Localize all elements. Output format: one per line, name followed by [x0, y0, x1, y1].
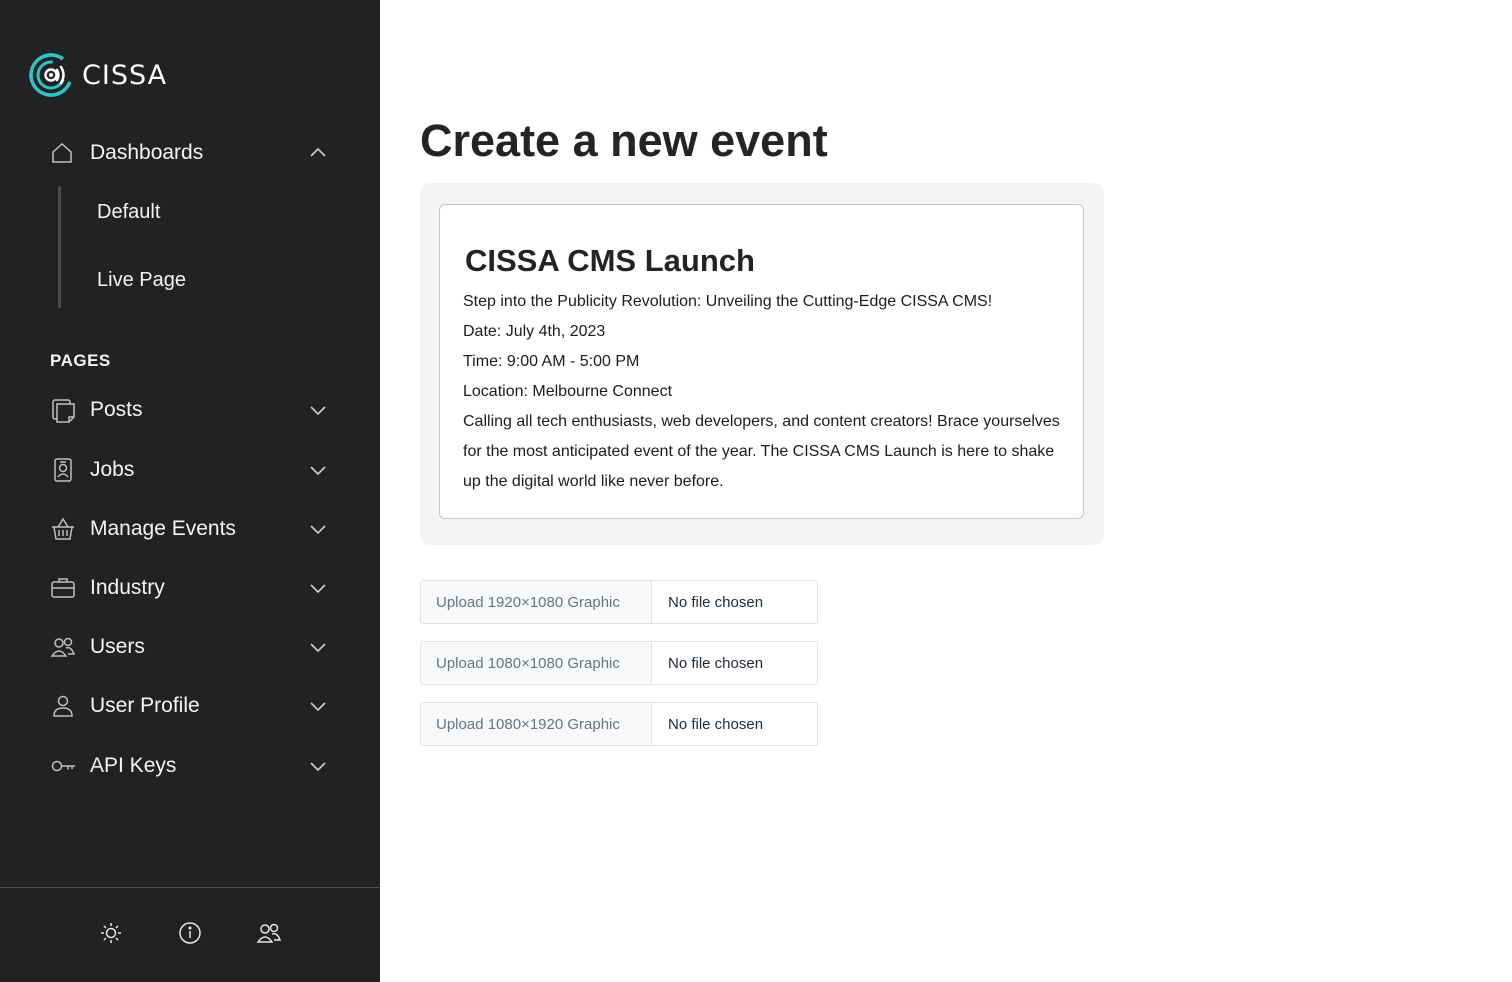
file-input[interactable]: No file chosen	[652, 581, 817, 623]
sidebar-item-label: Manage Events	[90, 517, 236, 540]
badge-icon	[50, 456, 78, 484]
chevron-down-icon[interactable]	[306, 517, 330, 541]
event-description: Calling all tech enthusiasts, web develo…	[463, 413, 1060, 490]
logo-text: CISSA	[82, 59, 168, 91]
sidebar: CISSA Dashboards Default Live Page PAGES…	[0, 0, 380, 982]
event-date: Date: July 4th, 2023	[463, 323, 606, 340]
sidebar-subitem-live-page[interactable]: Live Page	[97, 269, 186, 292]
event-tagline: Step into the Publicity Revolution: Unve…	[463, 293, 993, 310]
basket-icon	[50, 515, 78, 543]
cissa-logo[interactable]: CISSA	[28, 52, 167, 98]
event-location: Location: Melbourne Connect	[463, 383, 673, 400]
key-icon	[50, 752, 78, 780]
sidebar-item-label: Jobs	[90, 458, 135, 481]
sun-icon[interactable]	[98, 920, 124, 946]
chevron-down-icon[interactable]	[306, 694, 330, 718]
sidebar-item-users[interactable]: Users	[50, 627, 330, 667]
home-icon	[50, 139, 78, 167]
sidebar-item-posts[interactable]: Posts	[50, 390, 330, 430]
cissa-logo-icon	[29, 53, 73, 97]
sidebar-divider	[0, 887, 380, 888]
file-input[interactable]: No file chosen	[652, 642, 817, 684]
upload-label: Upload 1920×1080 Graphic	[421, 581, 652, 623]
event-preview-card: CISSA CMS Launch Step into the Publicity…	[439, 204, 1084, 519]
chevron-down-icon[interactable]	[306, 398, 330, 422]
section-label-pages: PAGES	[50, 351, 111, 370]
upload-1080x1080[interactable]: Upload 1080×1080 Graphic No file chosen	[420, 641, 818, 685]
upload-label: Upload 1080×1080 Graphic	[421, 642, 652, 684]
sidebar-item-label: User Profile	[90, 694, 200, 717]
sidebar-item-label: Industry	[90, 576, 165, 599]
posts-icon	[50, 396, 78, 424]
event-preview-container: CISSA CMS Launch Step into the Publicity…	[420, 183, 1104, 545]
sidebar-item-api-keys[interactable]: API Keys	[50, 746, 330, 786]
chevron-down-icon[interactable]	[306, 576, 330, 600]
chevron-down-icon[interactable]	[306, 635, 330, 659]
sidebar-item-dashboards[interactable]: Dashboards	[50, 133, 330, 173]
users-icon[interactable]	[256, 920, 282, 946]
user-icon	[50, 692, 78, 720]
page-title: Create a new event	[420, 115, 828, 166]
submenu-line	[58, 186, 61, 308]
sidebar-item-label: Users	[90, 635, 145, 658]
briefcase-icon	[50, 574, 78, 602]
upload-1920x1080[interactable]: Upload 1920×1080 Graphic No file chosen	[420, 580, 818, 624]
sidebar-item-industry[interactable]: Industry	[50, 568, 330, 608]
file-input[interactable]: No file chosen	[652, 703, 817, 745]
sidebar-subitem-default[interactable]: Default	[97, 201, 160, 224]
sidebar-item-jobs[interactable]: Jobs	[50, 450, 330, 490]
chevron-up-icon[interactable]	[306, 141, 330, 165]
info-icon[interactable]	[177, 920, 203, 946]
sidebar-item-manage-events[interactable]: Manage Events	[50, 509, 330, 549]
event-title: CISSA CMS Launch	[465, 243, 755, 278]
sidebar-item-label: Posts	[90, 398, 143, 421]
upload-label: Upload 1080×1920 Graphic	[421, 703, 652, 745]
sidebar-item-user-profile[interactable]: User Profile	[50, 686, 330, 726]
upload-1080x1920[interactable]: Upload 1080×1920 Graphic No file chosen	[420, 702, 818, 746]
chevron-down-icon[interactable]	[306, 754, 330, 778]
sidebar-item-label: Dashboards	[90, 141, 204, 164]
chevron-down-icon[interactable]	[306, 458, 330, 482]
sidebar-item-label: API Keys	[90, 754, 177, 777]
event-time: Time: 9:00 AM - 5:00 PM	[463, 353, 640, 370]
users-icon	[50, 633, 78, 661]
